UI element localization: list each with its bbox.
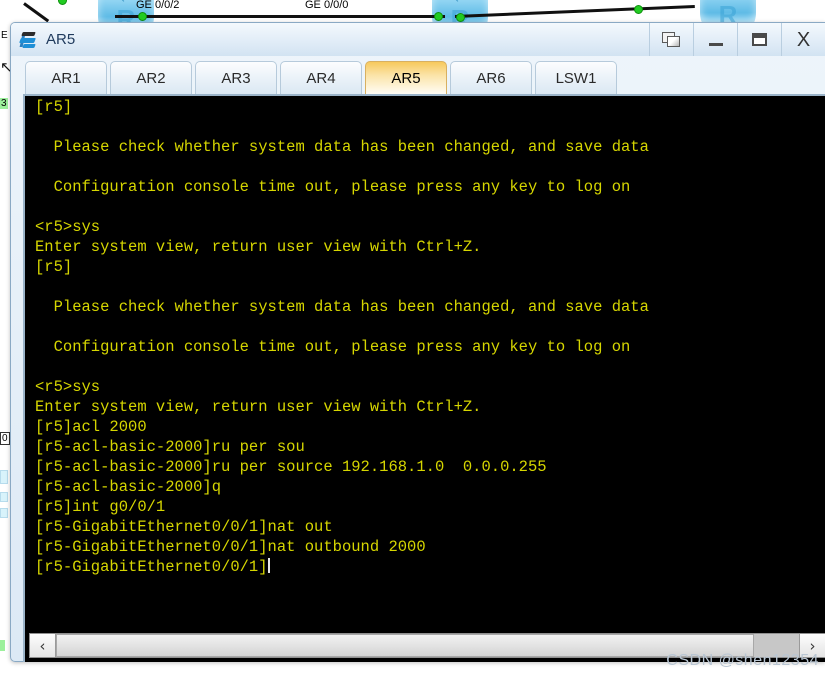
console-line: [r5]acl 2000 bbox=[35, 418, 147, 436]
topology-edge-chip bbox=[0, 640, 5, 651]
console-output-area[interactable]: [r5] Please check whether system data ha… bbox=[23, 94, 825, 662]
console-line: [r5-acl-basic-2000]q bbox=[35, 478, 222, 496]
console-line: <r5>sys bbox=[35, 218, 101, 236]
console-line: Configuration console time out, please p… bbox=[35, 178, 631, 196]
tab-label: AR3 bbox=[221, 69, 251, 87]
tab-label: AR5 bbox=[391, 69, 421, 87]
console-line: [r5-GigabitEthernet0/0/1]nat out bbox=[35, 518, 333, 536]
console-line: Enter system view, return user view with… bbox=[35, 238, 482, 256]
console-prompt-text: [r5-GigabitEthernet0/0/1] bbox=[35, 558, 268, 576]
console-line: [r5] bbox=[35, 98, 73, 116]
tab-ar6[interactable]: AR6 bbox=[450, 61, 532, 94]
console-text[interactable]: [r5] Please check whether system data ha… bbox=[35, 97, 825, 631]
window-title: AR5 bbox=[46, 31, 76, 48]
topology-interface-dot[interactable] bbox=[456, 13, 465, 22]
console-line: Configuration console time out, please p… bbox=[35, 338, 631, 356]
tab-label: AR2 bbox=[136, 69, 166, 87]
window-title-bar[interactable]: AR5 X bbox=[11, 23, 825, 56]
console-line: [r5] bbox=[35, 258, 73, 276]
topology-interface-dot[interactable] bbox=[58, 0, 67, 5]
topology-edge-panel bbox=[0, 492, 8, 502]
cli-window[interactable]: AR5 X AR1 AR2 AR3 AR4 AR5 AR6 LSW1 [r5] … bbox=[10, 22, 825, 662]
scroll-left-arrow-icon[interactable]: ‹ bbox=[30, 634, 56, 657]
topology-edge-chip: 3 bbox=[0, 98, 8, 109]
topology-link[interactable] bbox=[23, 2, 50, 23]
topology-interface-dot[interactable] bbox=[634, 5, 643, 14]
tab-ar2[interactable]: AR2 bbox=[110, 61, 192, 94]
topology-edge-chip: E bbox=[1, 30, 8, 41]
tab-ar5[interactable]: AR5 bbox=[365, 61, 447, 94]
text-cursor bbox=[267, 558, 270, 573]
topology-link[interactable] bbox=[454, 4, 695, 18]
topology-link-label: GE 0/0/0 bbox=[305, 0, 349, 11]
topology-edge-panel bbox=[0, 508, 8, 518]
close-icon-glyph: X bbox=[796, 28, 811, 51]
tab-lsw1[interactable]: LSW1 bbox=[535, 61, 617, 94]
tab-ar4[interactable]: AR4 bbox=[280, 61, 362, 94]
tab-ar1[interactable]: AR1 bbox=[25, 61, 107, 94]
topology-link[interactable] bbox=[115, 15, 445, 18]
console-prompt-line: [r5-GigabitEthernet0/0/1] bbox=[35, 557, 825, 577]
console-line: [r5-acl-basic-2000]ru per source 192.168… bbox=[35, 458, 547, 476]
tab-label: LSW1 bbox=[555, 69, 597, 87]
topology-edge-chip: 0 bbox=[0, 432, 10, 445]
router-icon bbox=[19, 30, 39, 50]
console-line: [r5-GigabitEthernet0/0/1]nat outbound 20… bbox=[35, 538, 426, 556]
topology-link-label: GE 0/0/2 bbox=[136, 0, 180, 11]
device-tab-bar[interactable]: AR1 AR2 AR3 AR4 AR5 AR6 LSW1 bbox=[11, 56, 825, 94]
scrollbar-thumb[interactable] bbox=[56, 634, 755, 657]
topology-interface-dot[interactable] bbox=[434, 12, 443, 21]
tab-ar3[interactable]: AR3 bbox=[195, 61, 277, 94]
tab-label: AR4 bbox=[306, 69, 336, 87]
maximize-icon[interactable] bbox=[737, 23, 781, 56]
horizontal-scrollbar[interactable]: ‹ › bbox=[29, 633, 825, 658]
topology-interface-dot[interactable] bbox=[138, 12, 147, 21]
scrollbar-track[interactable] bbox=[56, 634, 799, 657]
window-controls[interactable]: X bbox=[649, 23, 825, 56]
tab-label: AR6 bbox=[476, 69, 506, 87]
close-icon[interactable]: X bbox=[781, 23, 825, 56]
console-line: <r5>sys bbox=[35, 378, 101, 396]
cascade-windows-icon[interactable] bbox=[649, 23, 693, 56]
console-line: [r5-acl-basic-2000]ru per sou bbox=[35, 438, 305, 456]
console-line: Please check whether system data has bee… bbox=[35, 138, 649, 156]
scroll-right-arrow-icon[interactable]: › bbox=[799, 634, 825, 657]
minimize-icon[interactable] bbox=[693, 23, 737, 56]
console-line: Enter system view, return user view with… bbox=[35, 398, 482, 416]
topology-edge-panel bbox=[0, 470, 8, 484]
tab-label: AR1 bbox=[51, 69, 81, 87]
console-line: [r5]int g0/0/1 bbox=[35, 498, 166, 516]
console-line: Please check whether system data has bee… bbox=[35, 298, 649, 316]
